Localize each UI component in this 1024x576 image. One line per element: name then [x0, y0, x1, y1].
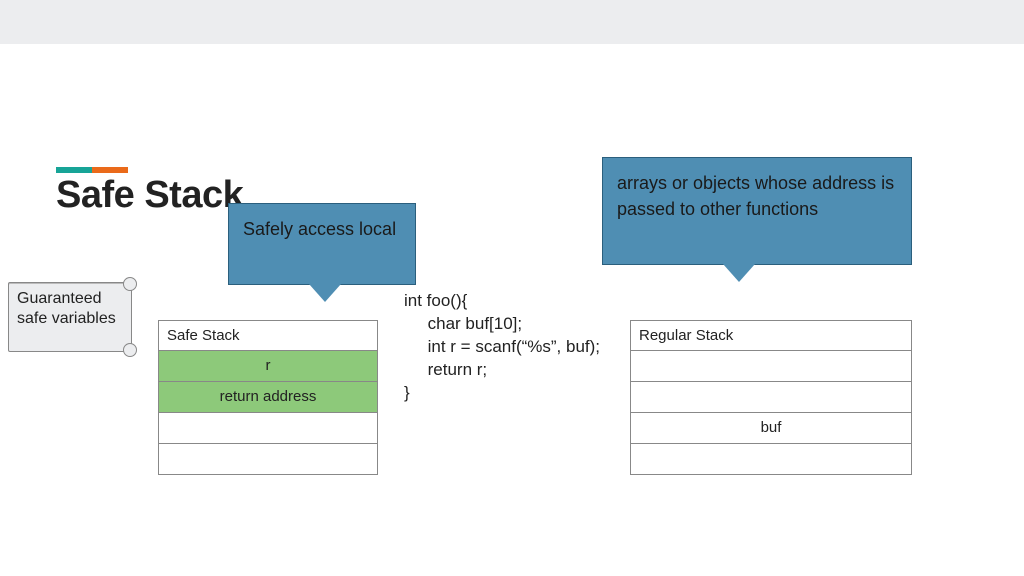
scroll-note-text: Guaranteed safe variables [9, 283, 131, 335]
regular-stack-row-empty [631, 351, 911, 382]
safe-stack-row-empty [159, 413, 377, 444]
top-bar [0, 0, 1024, 44]
safe-stack-row-r: r [159, 351, 377, 382]
regular-stack-row-empty [631, 444, 911, 474]
slide-canvas: Safe Stack Guaranteed safe variables Saf… [0, 44, 1024, 576]
code-snippet: int foo(){ char buf[10]; int r = scanf(“… [404, 290, 600, 405]
callout-arrays-text: arrays or objects whose address is passe… [617, 173, 894, 219]
regular-stack-header: Regular Stack [631, 321, 911, 351]
safe-stack-table: Safe Stack r return address [158, 320, 378, 475]
safe-stack-row-empty [159, 444, 377, 474]
safe-stack-row-return: return address [159, 382, 377, 413]
regular-stack-row-empty [631, 382, 911, 413]
callout-arrays: arrays or objects whose address is passe… [602, 157, 912, 265]
callout-safe-local-text: Safely access local [243, 219, 396, 239]
regular-stack-table: Regular Stack buf [630, 320, 912, 475]
title-accent [56, 160, 128, 166]
safe-stack-header: Safe Stack [159, 321, 377, 351]
slide-title: Safe Stack [56, 174, 243, 217]
regular-stack-row-buf: buf [631, 413, 911, 444]
callout-safe-local: Safely access local [228, 203, 416, 285]
scroll-note: Guaranteed safe variables [8, 282, 132, 352]
